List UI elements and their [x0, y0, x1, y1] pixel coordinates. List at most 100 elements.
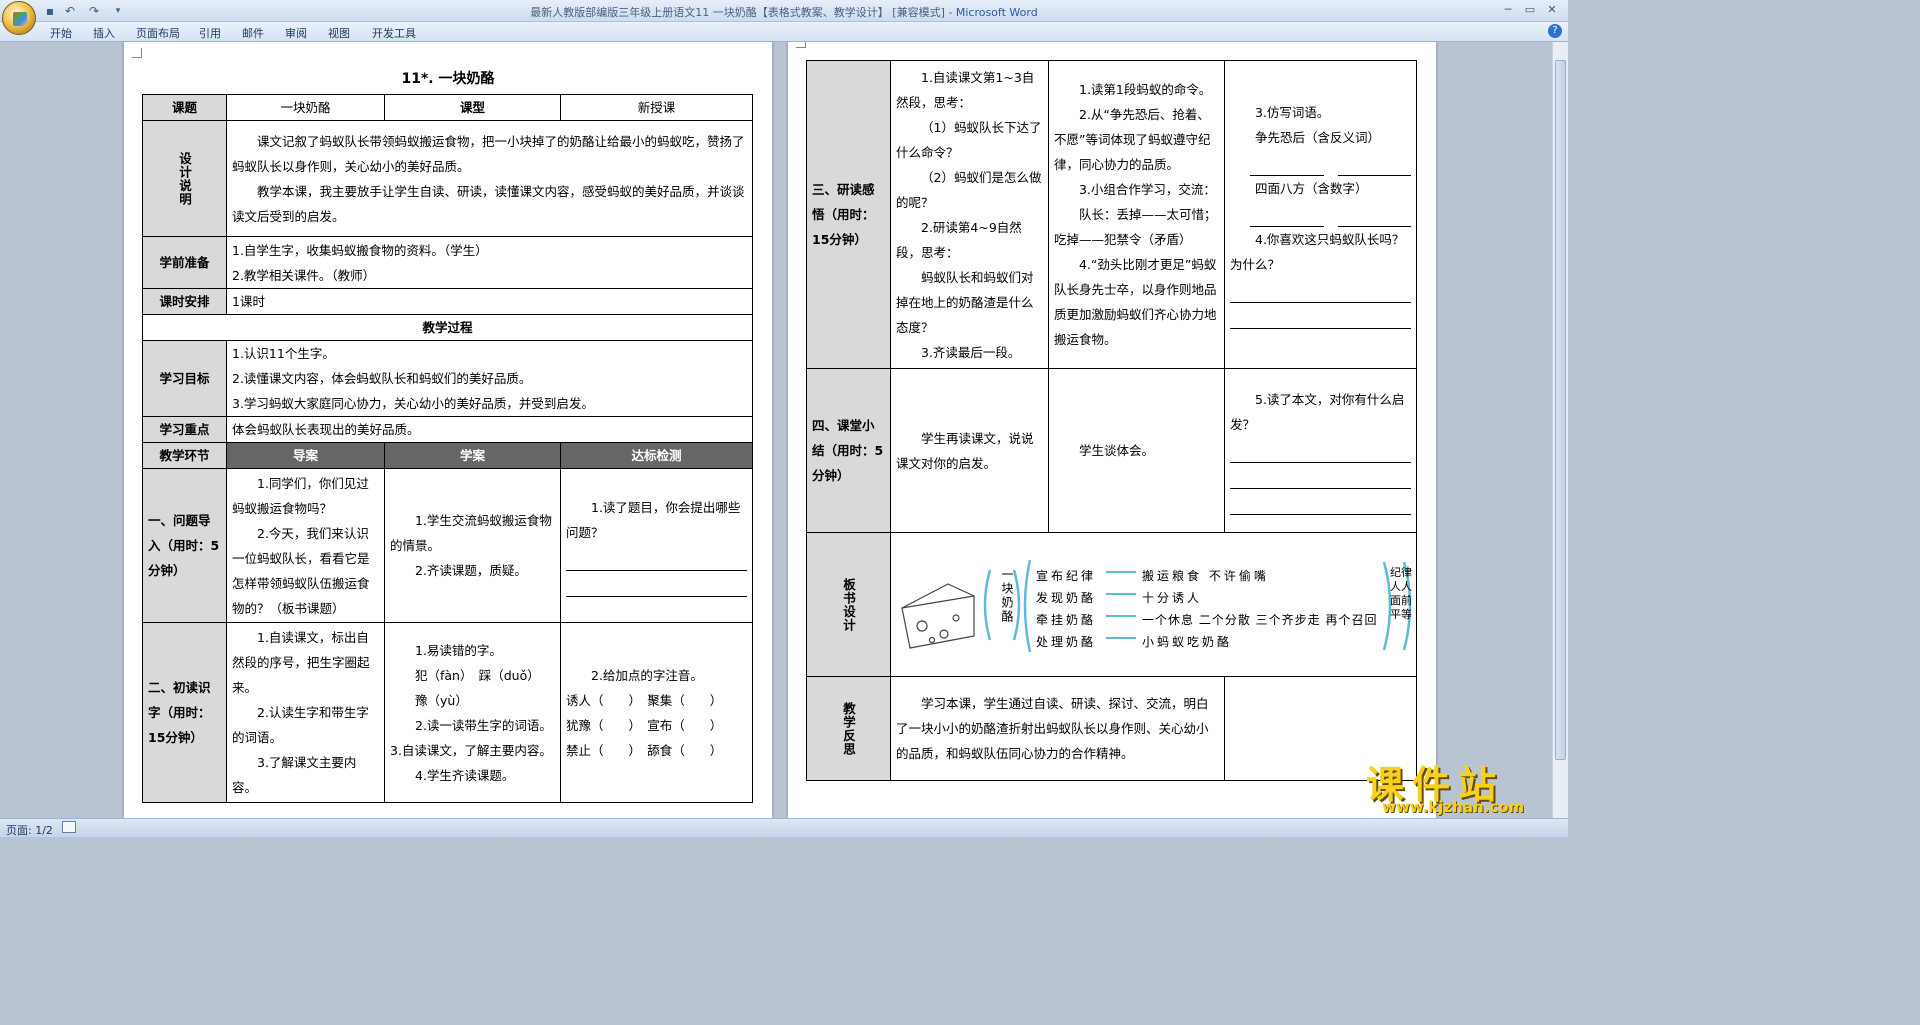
- stage-3-study[interactable]: 1.读第1段蚂蚁的命令。 2.从“争先恐后、抢着、不愿”等词体现了蚂蚁遵守纪律，同…: [1048, 60, 1225, 369]
- board-row-b: 小蚂蚁吃奶酪: [1142, 634, 1233, 649]
- document-workspace: 11*. 一块奶酪 课题 一块奶酪 课型 新授课 设计说明 课文记叙了蚂蚁队长带…: [0, 42, 1552, 818]
- s2-study-5: 3.自读课文，了解主要内容。: [390, 742, 552, 758]
- stage-4-study[interactable]: 学生谈体会。: [1048, 368, 1225, 533]
- s2-check-3: 犹豫（ ） 宣布（ ）: [566, 717, 723, 733]
- tab-references[interactable]: 引用: [199, 25, 221, 41]
- header-check: 达标检测: [560, 442, 753, 469]
- s3-study-3: 3.小组合作学习，交流：: [1079, 182, 1216, 197]
- tab-mailings[interactable]: 邮件: [242, 25, 264, 41]
- lesson-type-value[interactable]: 新授课: [560, 94, 753, 121]
- blank-pair: [1230, 150, 1411, 176]
- vertical-scrollbar[interactable]: [1552, 42, 1568, 818]
- s2-study-2: 犯（fàn） 踩（duǒ）: [415, 667, 540, 683]
- hours-value[interactable]: 1课时: [226, 288, 753, 315]
- answer-line[interactable]: [1230, 277, 1411, 303]
- stage-2-check[interactable]: 2.给加点的字注音。 诱人（ ） 聚集（ ） 犹豫（ ） 宣布（ ） 禁止（ ） 舔食…: [560, 622, 753, 803]
- reflect-text: 学习本课，学生通过自读、研读、探讨、交流，明白了一块小小的奶酪渣折射出蚂蚁队长以…: [896, 696, 1209, 761]
- answer-line[interactable]: [1250, 201, 1324, 227]
- board-design[interactable]: 一块奶酪 宣布纪律 发现奶酪 牵挂奶酪 处理奶酪 搬运粮食 不许偷嘴 十分诱人 …: [890, 532, 1417, 677]
- answer-line[interactable]: [566, 545, 747, 571]
- s2-study-1: 1.易读错的字。: [415, 642, 502, 658]
- proofing-icon[interactable]: [62, 821, 76, 833]
- tab-insert[interactable]: 插入: [93, 25, 115, 41]
- restore-icon[interactable]: ▭: [1520, 2, 1540, 18]
- s2-guide-2: 2.认读生字和带生字的词语。: [232, 705, 369, 745]
- goals-content[interactable]: 1.认识11个生字。 2.读懂课文内容，体会蚂蚁队长和蚂蚁们的美好品质。 3.学习蚂…: [226, 340, 753, 417]
- answer-line[interactable]: [1230, 303, 1411, 329]
- tab-page-layout[interactable]: 页面布局: [136, 25, 180, 41]
- s3-study-1: 1.读第1段蚂蚁的命令。: [1079, 82, 1212, 97]
- minimize-icon[interactable]: ─: [1498, 2, 1518, 18]
- scroll-thumb[interactable]: [1555, 60, 1566, 760]
- page-2: 三、研读感悟（用时：15分钟） 1.自读课文第1~3自然段，思考： （1）蚂蚁队长…: [788, 42, 1436, 818]
- close-icon[interactable]: ✕: [1542, 2, 1562, 18]
- answer-line[interactable]: [1250, 150, 1324, 176]
- board-label-cell: 板书设计: [806, 532, 891, 677]
- stage-2-label: 二、初读识字（用时：15分钟）: [142, 622, 227, 803]
- process-heading: 教学过程: [142, 314, 753, 341]
- board-row-a: 处理奶酪: [1036, 634, 1097, 649]
- stage-3-check[interactable]: 3.仿写词语。 争先恐后（含反义词） 四面八方（含数字） 4.你喜欢这只蚂蚁队长吗？为…: [1224, 60, 1417, 369]
- goal-3: 3.学习蚂蚁大家庭同心协力，关心幼小的美好品质，并受到启发。: [232, 396, 594, 411]
- design-content[interactable]: 课文记叙了蚂蚁队长带领蚂蚁搬运食物，把一小块掉了的奶酪让给最小的蚂蚁吃，赞扬了蚂…: [226, 120, 753, 237]
- s4-check-1: 5.读了本文，对你有什么启发？: [1230, 391, 1405, 432]
- help-icon[interactable]: ?: [1548, 24, 1562, 38]
- prep-content[interactable]: 1.自学生字，收集蚂蚁搬食物的资料。（学生） 2.教学相关课件。（教师）: [226, 236, 753, 289]
- key-value[interactable]: 体会蚂蚁队长表现出的美好品质。: [226, 416, 753, 443]
- reflect-content[interactable]: 学习本课，学生通过自读、研读、探讨、交流，明白了一块小小的奶酪渣折射出蚂蚁队长以…: [890, 676, 1225, 781]
- topic-value[interactable]: 一块奶酪: [226, 94, 385, 121]
- table-row: 三、研读感悟（用时：15分钟） 1.自读课文第1~3自然段，思考： （1）蚂蚁队长…: [806, 60, 1417, 369]
- s2-guide-1: 1.自读课文，标出自然段的序号，把生字圈起来。: [232, 630, 370, 695]
- answer-line[interactable]: [1230, 463, 1411, 489]
- s3-guide-3: （2）蚂蚁们是怎么做的呢？: [896, 169, 1042, 210]
- goals-label: 学习目标: [142, 340, 227, 417]
- stage-1-study[interactable]: 1.学生交流蚂蚁搬运食物的情景。 2.齐读课题，质疑。: [384, 468, 561, 623]
- stage-2-guide[interactable]: 1.自读课文，标出自然段的序号，把生字圈起来。 2.认读生字和带生字的词语。 3.了…: [226, 622, 385, 803]
- table-row: 学前准备 1.自学生字，收集蚂蚁搬食物的资料。（学生） 2.教学相关课件。（教师）: [142, 236, 753, 289]
- office-button[interactable]: [2, 1, 36, 35]
- reflect-label: 教学反思: [841, 701, 856, 756]
- s4-study-1: 学生谈体会。: [1079, 443, 1155, 458]
- s1-study-1: 1.学生交流蚂蚁搬运食物的情景。: [390, 513, 552, 553]
- word-window: ▪ ↶ ↷ ▾ 最新人教版部编版三年级上册语文11 一块奶酪【表格式教案、教学设…: [0, 0, 1568, 837]
- document-title: 11*. 一块奶酪: [401, 71, 495, 87]
- table-row: 一、问题导入（用时：5分钟） 1.同学们，你们见过蚂蚁搬运食物吗？ 2.今天，我们…: [142, 468, 753, 623]
- brace-right-group: [1023, 559, 1032, 652]
- stage-4-guide[interactable]: 学生再读课文，说说课文对你的启发。: [890, 368, 1049, 533]
- s4-guide-1: 学生再读课文，说说课文对你的启发。: [896, 430, 1034, 471]
- table-row: 教学反思 学习本课，学生通过自读、研读、探讨、交流，明白了一块小小的奶酪渣折射出…: [806, 676, 1417, 781]
- s3-check-3: 四面八方（含数字）: [1255, 181, 1368, 196]
- board-title: 一块奶酪: [1000, 567, 1014, 624]
- table-row: 四、课堂小结（用时：5分钟） 学生再读课文，说说课文对你的启发。 学生谈体会。 …: [806, 368, 1417, 533]
- stage-1-guide[interactable]: 1.同学们，你们见过蚂蚁搬运食物吗？ 2.今天，我们来认识一位蚂蚁队长，看看它是怎…: [226, 468, 385, 623]
- header-guide: 导案: [226, 442, 385, 469]
- table-row: 设计说明 课文记叙了蚂蚁队长带领蚂蚁搬运食物，把一小块掉了的奶酪让给最小的蚂蚁吃…: [142, 120, 753, 237]
- design-label: 设计说明: [177, 151, 192, 206]
- goal-1: 1.认识11个生字。: [232, 346, 335, 361]
- answer-line[interactable]: [566, 571, 747, 597]
- table-row: 课题 一块奶酪 课型 新授课: [142, 94, 753, 121]
- stage-3-guide[interactable]: 1.自读课文第1~3自然段，思考： （1）蚂蚁队长下达了什么命令？ （2）蚂蚁们是怎…: [890, 60, 1049, 369]
- answer-line[interactable]: [1337, 201, 1411, 227]
- blackboard-diagram: 一块奶酪 宣布纪律 发现奶酪 牵挂奶酪 处理奶酪 搬运粮食 不许偷嘴 十分诱人 …: [896, 540, 1416, 670]
- prep-label: 学前准备: [142, 236, 227, 289]
- stage-2-study[interactable]: 1.易读错的字。 犯（fàn） 踩（duǒ） 豫（yù） 2.读一读带生字的词语。 3.…: [384, 622, 561, 803]
- lesson-plan-table-1: 课题 一块奶酪 课型 新授课 设计说明 课文记叙了蚂蚁队长带领蚂蚁搬运食物，把一…: [142, 94, 753, 803]
- tab-view[interactable]: 视图: [328, 25, 350, 41]
- stage-1-check[interactable]: 1.读了题目，你会提出哪些问题？: [560, 468, 753, 623]
- table-row: 二、初读识字（用时：15分钟） 1.自读课文，标出自然段的序号，把生字圈起来。 2…: [142, 622, 753, 803]
- s1-check-1: 1.读了题目，你会提出哪些问题？: [566, 499, 741, 540]
- stage-4-label: 四、课堂小结（用时：5分钟）: [806, 368, 891, 533]
- page-indicator[interactable]: 页面: 1/2: [6, 822, 53, 837]
- margin-corner: [796, 42, 806, 48]
- answer-line[interactable]: [1337, 150, 1411, 176]
- tab-developer[interactable]: 开发工具: [372, 25, 416, 41]
- margin-corner: [132, 48, 142, 58]
- answer-line[interactable]: [1230, 489, 1411, 515]
- stage-4-check[interactable]: 5.读了本文，对你有什么启发？: [1224, 368, 1417, 533]
- design-label-cell: 设计说明: [142, 120, 227, 237]
- table-row: 学习目标 1.认识11个生字。 2.读懂课文内容，体会蚂蚁队长和蚂蚁们的美好品质。…: [142, 340, 753, 417]
- answer-line[interactable]: [1230, 437, 1411, 463]
- tab-review[interactable]: 审阅: [285, 25, 307, 41]
- tab-home[interactable]: 开始: [50, 25, 72, 41]
